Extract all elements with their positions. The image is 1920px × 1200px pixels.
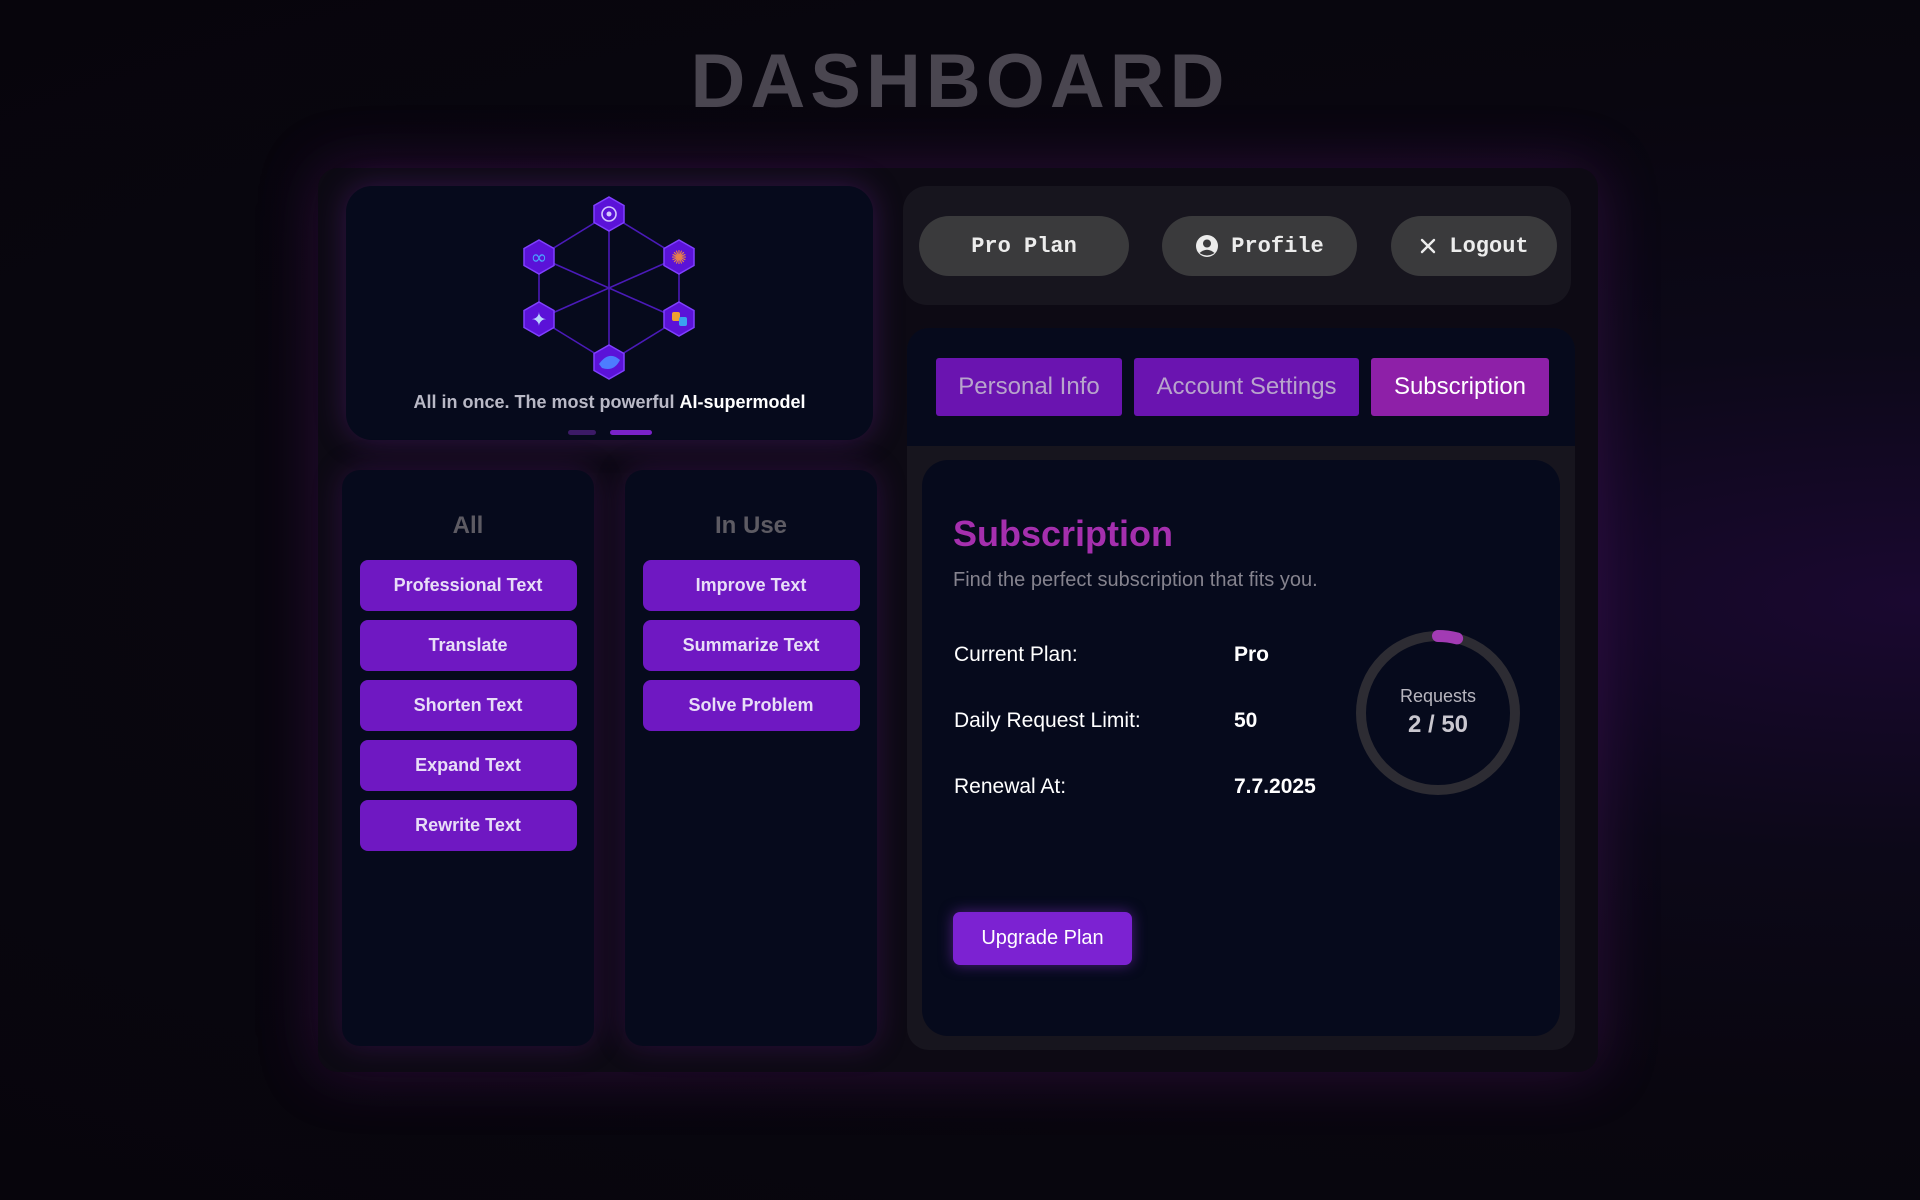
current-plan-label: Current Plan: — [954, 643, 1078, 666]
tools-in-use-column: In Use Improve Text Summarize Text Solve… — [625, 470, 877, 1046]
page-title: DASHBOARD — [690, 39, 1230, 124]
gemini-icon[interactable]: ✦ — [523, 301, 555, 337]
tools-all-column: All Professional Text Translate Shorten … — [342, 470, 594, 1046]
tool-shorten-text-button[interactable]: Shorten Text — [359, 680, 577, 731]
copilot-icon[interactable] — [663, 301, 695, 337]
carousel-dot-2[interactable] — [610, 430, 652, 435]
pro-plan-label: Pro Plan — [971, 233, 1077, 259]
subscription-title: Subscription — [953, 513, 1174, 554]
current-plan-value: Pro — [1234, 643, 1270, 666]
tool-improve-text-button[interactable]: Improve Text — [642, 560, 860, 611]
ai-model-network: ∞ ✺ ✦ — [523, 196, 695, 380]
renewal-value: 7.7.2025 — [1234, 775, 1316, 798]
requests-label: Requests — [1399, 686, 1477, 706]
tool-translate-button[interactable]: Translate — [359, 620, 577, 671]
meta-icon[interactable]: ∞ — [523, 239, 555, 275]
requests-count: 2 / 50 — [1407, 711, 1469, 738]
tool-professional-text-button[interactable]: Professional Text — [359, 560, 577, 611]
pro-plan-button[interactable]: Pro Plan — [919, 216, 1129, 276]
renewal-label: Renewal At: — [954, 775, 1067, 798]
tools-all-title: All — [452, 512, 484, 539]
tab-subscription[interactable]: Subscription — [1371, 358, 1549, 416]
claude-icon[interactable]: ✺ — [663, 239, 695, 275]
svg-text:✦: ✦ — [531, 309, 547, 331]
carousel-indicators — [568, 430, 652, 435]
profile-label: Profile — [1231, 233, 1324, 259]
subscription-description: Find the perfect subscription that fits … — [953, 569, 1318, 591]
svg-text:✺: ✺ — [671, 247, 687, 269]
user-circle-icon — [1196, 235, 1219, 257]
deepseek-icon[interactable] — [593, 344, 625, 380]
tagline-highlight: AI-supermodel — [679, 392, 806, 412]
daily-limit-label: Daily Request Limit: — [954, 709, 1141, 732]
tool-solve-problem-button[interactable]: Solve Problem — [642, 680, 860, 731]
tab-personal-info[interactable]: Personal Info — [936, 358, 1122, 416]
tools-in-use-title: In Use — [714, 512, 788, 539]
carousel-tagline: All in once. The most powerful AI-superm… — [346, 392, 873, 413]
tagline-text: All in once. The most powerful — [413, 392, 675, 412]
svg-text:∞: ∞ — [531, 245, 548, 269]
tool-summarize-text-button[interactable]: Summarize Text — [642, 620, 860, 671]
logout-label: Logout — [1449, 233, 1529, 259]
close-icon — [1421, 238, 1436, 254]
openai-icon[interactable] — [593, 196, 625, 232]
upgrade-plan-button[interactable]: Upgrade Plan — [953, 912, 1132, 965]
carousel-dot-1[interactable] — [568, 430, 596, 435]
profile-button[interactable]: Profile — [1162, 216, 1357, 276]
daily-limit-value: 50 — [1234, 709, 1258, 732]
tool-expand-text-button[interactable]: Expand Text — [359, 740, 577, 791]
tab-account-settings[interactable]: Account Settings — [1134, 358, 1359, 416]
tool-rewrite-text-button[interactable]: Rewrite Text — [359, 800, 577, 851]
logout-button[interactable]: Logout — [1391, 216, 1557, 276]
